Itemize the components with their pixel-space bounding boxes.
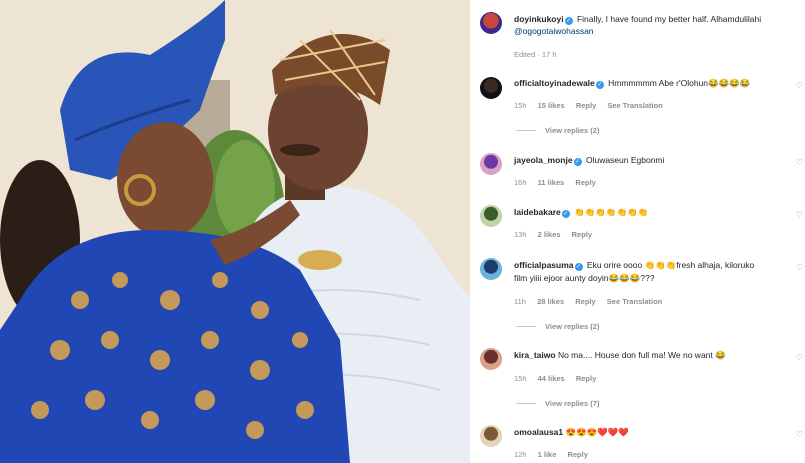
comments-panel: doyinkukoyi ✓ Finally, I have found my be… <box>470 0 805 463</box>
heart-icon[interactable]: ♡ <box>796 263 803 272</box>
comment-likes[interactable]: 44 likes <box>538 374 565 383</box>
caption-text: doyinkukoyi ✓ Finally, I have found my be… <box>514 13 785 25</box>
replies-divider <box>516 130 536 131</box>
couple-photo-image <box>0 0 470 463</box>
comment-likes[interactable]: 2 likes <box>538 230 561 239</box>
view-replies-button[interactable]: View replies (2) <box>516 322 599 331</box>
username-link[interactable]: jayeola_monje <box>514 155 573 165</box>
mention-link[interactable]: @ogogotaiwohassan <box>514 26 594 36</box>
view-replies-label: View replies (7) <box>545 399 600 408</box>
verified-badge-icon: ✓ <box>573 158 582 166</box>
username-link[interactable]: kira_taiwo <box>514 350 556 360</box>
comment-time: 15h <box>514 101 527 110</box>
caption-mention-line: @ogogotaiwohassan <box>514 25 785 37</box>
heart-icon[interactable]: ♡ <box>796 430 803 439</box>
comment-body: Oluwaseun Egbonmi <box>585 155 665 165</box>
username-link[interactable]: officialtoyinadewale <box>514 78 595 88</box>
comment-text: jayeola_monje ✓ Oluwaseun Egbonmi <box>514 154 785 166</box>
avatar[interactable] <box>480 153 502 175</box>
avatar[interactable] <box>480 258 502 280</box>
caption-edited-time: Edited · 17 h <box>514 50 557 59</box>
heart-icon[interactable]: ♡ <box>796 81 803 90</box>
see-translation-button[interactable]: See Translation <box>607 297 662 306</box>
reply-button[interactable]: Reply <box>576 374 596 383</box>
comment-body: Eku orire oooo 👏👏👏fresh alhaja, kiloruko <box>586 260 755 270</box>
username-link[interactable]: laidebakare <box>514 207 561 217</box>
comment-text-continued: film yiiii ejoor aunty doyin😂😂😂??? <box>514 272 785 284</box>
view-replies-button[interactable]: View replies (7) <box>516 399 599 408</box>
reply-button[interactable]: Reply <box>567 450 587 459</box>
comment-text: laidebakare ✓ 👏👏👏👏👏👏👏 <box>514 206 785 218</box>
see-translation-button[interactable]: See Translation <box>607 101 662 110</box>
comment-body: No ma.... House don full ma! We no want … <box>557 350 726 360</box>
comment-text: omoalausa1 😍😍😍❤️❤️❤️ <box>514 426 785 438</box>
comment-meta: 15h 15 likes Reply See Translation <box>514 101 672 110</box>
username-link[interactable]: officialpasuma <box>514 260 574 270</box>
comment-time: 13h <box>514 230 527 239</box>
view-replies-button[interactable]: View replies (2) <box>516 126 599 135</box>
verified-badge-icon: ✓ <box>595 81 604 89</box>
comment-time: 15h <box>514 374 527 383</box>
verified-badge-icon: ✓ <box>574 263 583 271</box>
comment-likes[interactable]: 28 likes <box>537 297 564 306</box>
username-link[interactable]: doyinkukoyi <box>514 14 564 24</box>
view-replies-label: View replies (2) <box>545 126 600 135</box>
comment-text: officialpasuma ✓ Eku orire oooo 👏👏👏fresh … <box>514 259 785 271</box>
comment-body: Hmmmmmm Abe r'Olohun😂😂😂😂 <box>608 78 751 88</box>
avatar[interactable] <box>480 12 502 34</box>
comment-meta: 16h 11 likes Reply <box>514 178 605 187</box>
comment-likes[interactable]: 15 likes <box>538 101 565 110</box>
comment-body-line-2: film yiiii ejoor aunty doyin😂😂😂??? <box>514 273 655 283</box>
comment-meta: 13h 2 likes Reply <box>514 230 601 239</box>
replies-divider <box>516 403 536 404</box>
reply-button[interactable]: Reply <box>575 178 595 187</box>
comment-text: kira_taiwo No ma.... House don full ma! … <box>514 349 785 361</box>
avatar[interactable] <box>480 425 502 447</box>
comment-time: 11h <box>514 297 526 306</box>
heart-icon[interactable]: ♡ <box>796 158 803 167</box>
comment-body: 😍😍😍❤️❤️❤️ <box>565 427 630 437</box>
comment-likes[interactable]: 11 likes <box>538 178 565 187</box>
heart-icon[interactable]: ♡ <box>796 210 803 219</box>
comment-meta: 15h 44 likes Reply <box>514 374 605 383</box>
comment-text: officialtoyinadewale ✓ Hmmmmmm Abe r'Oloh… <box>514 77 785 89</box>
caption-body: Finally, I have found my better half. Al… <box>576 14 762 24</box>
reply-button[interactable]: Reply <box>576 101 596 110</box>
caption-meta: Edited · 17 h <box>514 50 566 59</box>
comment-likes[interactable]: 1 like <box>538 450 557 459</box>
comment-time: 16h <box>514 178 527 187</box>
replies-divider <box>516 326 536 327</box>
heart-icon[interactable]: ♡ <box>796 353 803 362</box>
comment-meta: 11h 28 likes Reply See Translation <box>514 297 671 306</box>
reply-button[interactable]: Reply <box>575 297 595 306</box>
post-photo[interactable] <box>0 0 470 463</box>
username-link[interactable]: omoalausa1 <box>514 427 563 437</box>
reply-button[interactable]: Reply <box>572 230 592 239</box>
comment-body: 👏👏👏👏👏👏👏 <box>574 207 649 217</box>
comment-meta: 12h 1 like Reply <box>514 450 597 459</box>
verified-badge-icon: ✓ <box>564 17 573 25</box>
verified-badge-icon: ✓ <box>561 210 570 218</box>
comment-time: 12h <box>514 450 527 459</box>
avatar[interactable] <box>480 77 502 99</box>
avatar[interactable] <box>480 348 502 370</box>
avatar[interactable] <box>480 205 502 227</box>
view-replies-label: View replies (2) <box>545 322 600 331</box>
